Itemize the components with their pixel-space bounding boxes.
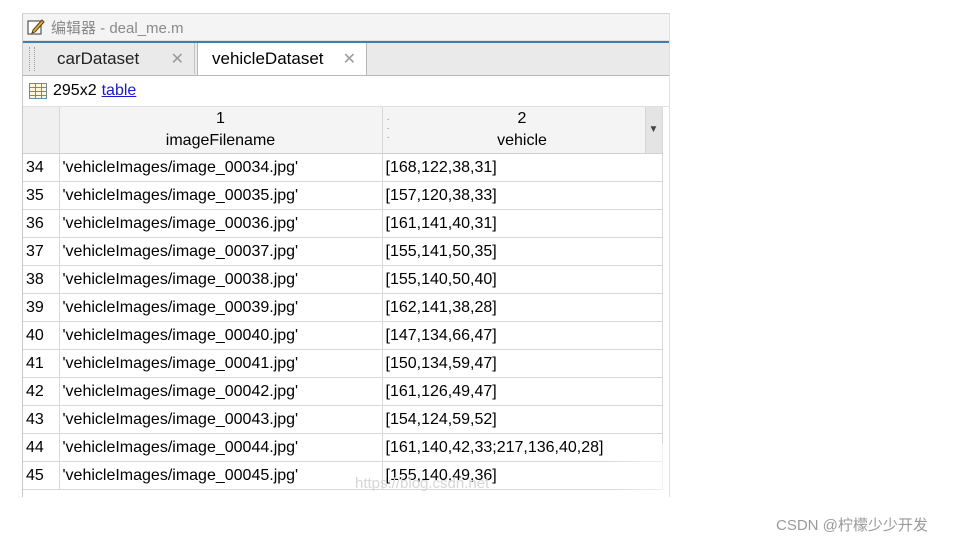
- row-number[interactable]: 42: [23, 377, 60, 406]
- cell-imagefilename[interactable]: 'vehicleImages/image_00035.jpg': [59, 181, 383, 210]
- close-icon[interactable]: ✕: [171, 49, 184, 69]
- column-resize-grip[interactable]: · · ·: [387, 115, 390, 143]
- cell-imagefilename[interactable]: 'vehicleImages/image_00042.jpg': [59, 377, 383, 406]
- title-bar: 编辑器 - deal_me.m: [23, 14, 669, 41]
- table-row[interactable]: 36'vehicleImages/image_00036.jpg' [161,14…: [23, 209, 663, 238]
- tab-vehicledataset[interactable]: vehicleDataset ✕: [197, 43, 367, 75]
- edit-pencil-icon: [23, 14, 49, 40]
- window-title: 编辑器 - deal_me.m: [51, 19, 184, 37]
- row-number[interactable]: 38: [23, 265, 60, 294]
- cell-vehicle[interactable]: [147,134,66,47]: [382, 321, 663, 350]
- data-table: 1 imageFilename · · · 2 vehicle ▼ 34'vehic…: [23, 107, 663, 490]
- tab-bar: carDataset ✕ vehicleDataset ✕: [23, 41, 669, 76]
- cell-imagefilename[interactable]: 'vehicleImages/image_00036.jpg': [59, 209, 383, 238]
- cell-imagefilename[interactable]: 'vehicleImages/image_00043.jpg': [59, 405, 383, 434]
- table-grid-icon: [29, 83, 47, 99]
- variable-type-link[interactable]: table: [102, 82, 137, 100]
- fade-overlay: [608, 444, 669, 497]
- cell-imagefilename[interactable]: 'vehicleImages/image_00037.jpg': [59, 237, 383, 266]
- column-header-imagefilename[interactable]: 1 imageFilename: [59, 107, 383, 154]
- table-header-row: 1 imageFilename · · · 2 vehicle ▼: [23, 107, 663, 154]
- tab-label: vehicleDataset: [212, 49, 324, 68]
- watermark-text: https://blog.csdn.net: [355, 475, 490, 492]
- row-number[interactable]: 41: [23, 349, 60, 378]
- row-number[interactable]: 37: [23, 237, 60, 266]
- cell-vehicle[interactable]: [150,134,59,47]: [382, 349, 663, 378]
- table-row[interactable]: 39'vehicleImages/image_00039.jpg' [162,14…: [23, 293, 663, 322]
- cell-vehicle[interactable]: [161,141,40,31]: [382, 209, 663, 238]
- table-row[interactable]: 45'vehicleImages/image_00045.jpg' [155,14…: [23, 461, 663, 490]
- row-number[interactable]: 40: [23, 321, 60, 350]
- tab-cardataset[interactable]: carDataset ✕: [43, 43, 195, 74]
- cell-imagefilename[interactable]: 'vehicleImages/image_00034.jpg': [59, 153, 383, 182]
- table-row[interactable]: 37'vehicleImages/image_00037.jpg' [155,14…: [23, 237, 663, 266]
- variable-info-bar: 295x2 table: [23, 76, 669, 107]
- cell-vehicle[interactable]: [157,120,38,33]: [382, 181, 663, 210]
- column-index: 2: [517, 110, 527, 127]
- variable-editor-window: 编辑器 - deal_me.m carDataset ✕ vehicleData…: [22, 13, 670, 497]
- column-header-vehicle[interactable]: · · · 2 vehicle ▼: [382, 107, 663, 154]
- table-row[interactable]: 38'vehicleImages/image_00038.jpg' [155,14…: [23, 265, 663, 294]
- corner-header-cell[interactable]: [23, 107, 60, 154]
- cell-vehicle[interactable]: [168,122,38,31]: [382, 153, 663, 182]
- cell-imagefilename[interactable]: 'vehicleImages/image_00039.jpg': [59, 293, 383, 322]
- cell-imagefilename[interactable]: 'vehicleImages/image_00044.jpg': [59, 433, 383, 462]
- table-row[interactable]: 35'vehicleImages/image_00035.jpg' [157,12…: [23, 181, 663, 210]
- cell-vehicle[interactable]: [162,141,38,28]: [382, 293, 663, 322]
- cell-vehicle[interactable]: [155,140,50,40]: [382, 265, 663, 294]
- close-icon[interactable]: ✕: [343, 49, 356, 69]
- table-row[interactable]: 40'vehicleImages/image_00040.jpg' [147,13…: [23, 321, 663, 350]
- row-number[interactable]: 34: [23, 153, 60, 182]
- cell-imagefilename[interactable]: 'vehicleImages/image_00038.jpg': [59, 265, 383, 294]
- table-row[interactable]: 44'vehicleImages/image_00044.jpg' [161,14…: [23, 433, 663, 462]
- table-row[interactable]: 41'vehicleImages/image_00041.jpg' [150,13…: [23, 349, 663, 378]
- column-name: vehicle: [497, 132, 547, 149]
- column-name: imageFilename: [165, 132, 276, 149]
- cell-imagefilename[interactable]: 'vehicleImages/image_00041.jpg': [59, 349, 383, 378]
- cell-imagefilename[interactable]: 'vehicleImages/image_00040.jpg': [59, 321, 383, 350]
- cell-vehicle[interactable]: [155,141,50,35]: [382, 237, 663, 266]
- column-index: 1: [216, 110, 225, 127]
- row-number[interactable]: 39: [23, 293, 60, 322]
- row-number[interactable]: 35: [23, 181, 60, 210]
- cell-imagefilename[interactable]: 'vehicleImages/image_00045.jpg': [59, 461, 383, 490]
- row-number[interactable]: 43: [23, 405, 60, 434]
- table-row[interactable]: 43'vehicleImages/image_00043.jpg' [154,12…: [23, 405, 663, 434]
- footer-credit: CSDN @柠檬少少开发: [776, 517, 928, 534]
- dropdown-arrow-icon[interactable]: ▼: [644, 107, 662, 153]
- row-number[interactable]: 44: [23, 433, 60, 462]
- tab-grip-handle[interactable]: [29, 47, 35, 71]
- cell-vehicle[interactable]: [161,126,49,47]: [382, 377, 663, 406]
- row-number[interactable]: 36: [23, 209, 60, 238]
- table-row[interactable]: 34'vehicleImages/image_00034.jpg' [168,12…: [23, 153, 663, 182]
- variable-size: 295x2: [53, 82, 97, 99]
- row-number[interactable]: 45: [23, 461, 60, 490]
- table-row[interactable]: 42'vehicleImages/image_00042.jpg' [161,12…: [23, 377, 663, 406]
- cell-vehicle[interactable]: [154,124,59,52]: [382, 405, 663, 434]
- tab-label: carDataset: [57, 48, 140, 68]
